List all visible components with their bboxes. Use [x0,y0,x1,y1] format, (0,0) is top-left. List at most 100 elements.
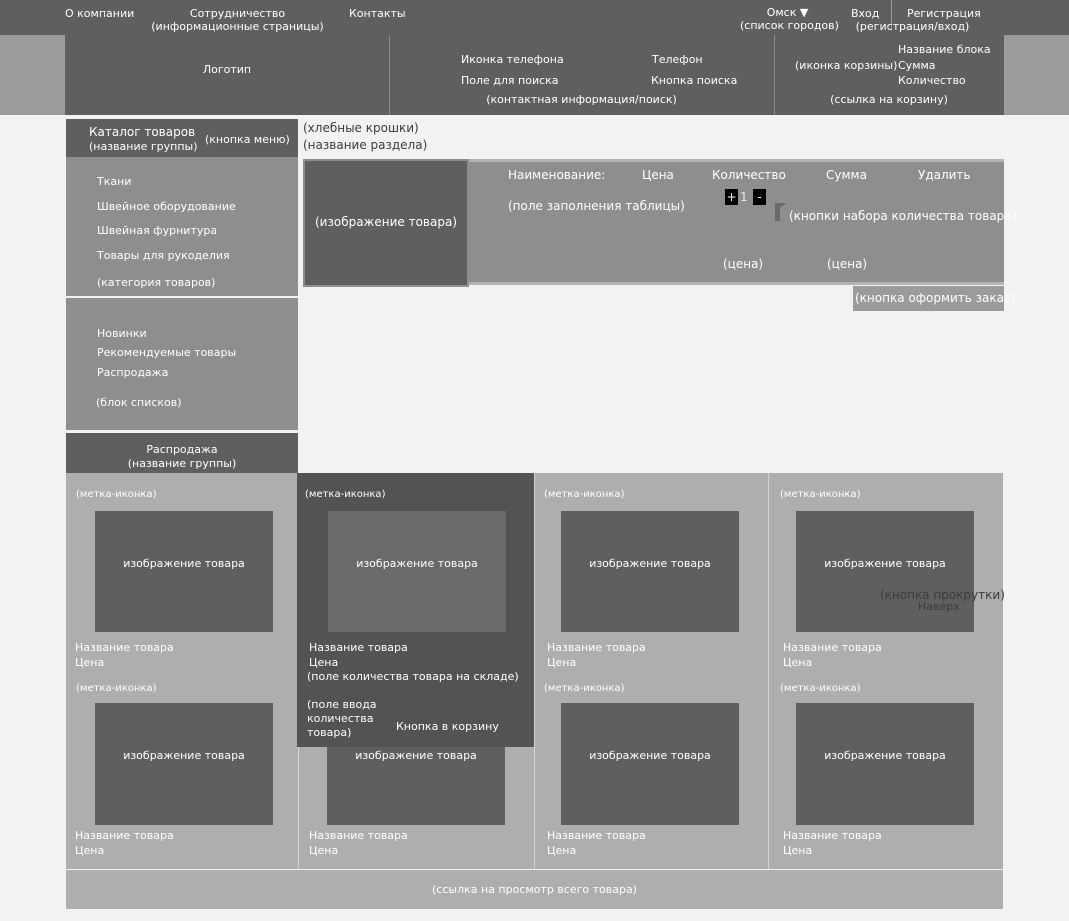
product-image[interactable] [561,511,739,632]
catalog-group-note: (название группы) [89,140,198,153]
product-image[interactable] [95,511,273,632]
cart-block-name: Название блока [898,43,991,56]
product-image-label: изображение товара [123,749,245,762]
col-sum: Сумма [826,168,867,182]
product-image[interactable] [561,703,739,825]
product-price: Цена [547,844,577,857]
col-quantity: Количество [712,168,786,182]
qty-input[interactable]: (поле ввода количества товара) [307,698,387,740]
product-price: Цена [75,844,105,857]
cart-sum: Сумма [898,59,936,72]
category-item[interactable]: Швейная фурнитура [97,224,217,237]
product-price: Цена [783,656,813,669]
list-block [66,298,298,430]
stock-quantity: (поле количества товара на складе) [307,670,519,683]
menu-button[interactable]: (кнопка меню) [205,133,290,146]
product-image[interactable] [796,703,974,825]
cart-table-border [469,282,1004,285]
product-name[interactable]: Название товара [547,829,646,842]
catalog-title: Каталог товаров [89,125,196,139]
cart-icon[interactable]: (иконка корзины) [795,59,897,72]
search-input[interactable]: Поле для поиска [461,74,559,87]
badge-icon: (метка-иконка) [780,683,861,694]
checkout-label: (кнопка оформить заказ) [855,291,1016,305]
cart-image-label: (изображение товара) [314,215,458,229]
product-name[interactable]: Название товара [75,641,174,654]
grid-divider [534,473,535,869]
badge-icon: (метка-иконка) [544,683,625,694]
category-item[interactable]: Товары для рукоделия [97,249,230,262]
product-image-label: изображение товара [824,557,946,570]
list-item-sale[interactable]: Распродажа [97,366,168,379]
view-all-link[interactable]: (ссылка на просмотр всего товара) [66,883,1003,896]
cart-sum-value: (цена) [827,257,868,271]
auth-note: (регистрация/вход) [855,20,970,33]
product-price: Цена [309,656,339,669]
pointer-icon-stem [775,203,780,221]
cart-quantity: Количество [898,74,966,87]
product-image-label: изображение товара [824,749,946,762]
badge-icon: (метка-иконка) [305,489,386,500]
product-price: Цена [783,844,813,857]
col-delete[interactable]: Удалить [918,168,971,182]
badge-icon: (метка-иконка) [76,489,157,500]
product-image-label: изображение товара [589,749,711,762]
product-image-label: изображение товара [589,557,711,570]
product-price: Цена [75,656,105,669]
product-name[interactable]: Название товара [547,641,646,654]
cooperation-note: (информационные страницы) [151,20,324,33]
cart-price: (цена) [723,257,764,271]
phone-number: Телефон [652,53,703,66]
product-price: Цена [547,656,577,669]
category-item[interactable]: Ткани [97,175,131,188]
contacts-link[interactable]: Контакты [349,7,406,20]
sale-title-text: Распродажа [146,443,218,456]
about-link[interactable]: О компании [65,7,134,20]
category-item[interactable]: Швейное оборудование [97,200,236,213]
product-name[interactable]: Название товара [783,829,882,842]
product-name[interactable]: Название товара [783,641,882,654]
col-name: Наименование: [508,168,606,182]
product-name[interactable]: Название товара [309,829,408,842]
cooperation-label: Сотрудничество [189,7,286,20]
city-note: (список городов) [740,19,839,32]
list-block-note: (блок списков) [96,396,182,409]
list-item-new[interactable]: Новинки [97,327,147,340]
badge-icon: (метка-иконка) [544,489,625,500]
grid-divider [768,473,769,869]
city-selector[interactable]: Омск ▼ (список городов) [740,6,839,32]
logo[interactable]: Логотип [65,63,389,76]
add-to-cart-button[interactable]: Кнопка в корзину [396,720,499,733]
product-image[interactable] [328,511,506,632]
cart-table-border [469,159,1004,162]
phone-icon: Иконка телефона [461,53,564,66]
scroll-top-label[interactable]: Наверх [918,600,960,613]
product-image-label: изображение товара [355,749,477,762]
product-image[interactable] [95,703,273,825]
qty-value[interactable]: 1 [740,190,748,204]
register-link[interactable]: Регистрация [907,7,981,20]
product-image-label: изображение товара [123,557,245,570]
qty-minus-button[interactable]: - [753,189,766,205]
sale-title: Распродажа (название группы) [66,443,298,471]
product-price: Цена [309,844,339,857]
category-note: (категория товаров) [97,276,216,289]
cooperation-link[interactable]: Сотрудничество (информационные страницы) [150,7,325,33]
product-name[interactable]: Название товара [75,829,174,842]
product-image-label: изображение товара [356,557,478,570]
badge-icon: (метка-иконка) [780,489,861,500]
qty-buttons-note: (кнопки набора количества товара) [789,209,1017,223]
search-button[interactable]: Кнопка поиска [651,74,737,87]
contact-note: (контактная информация/поиск) [486,93,677,106]
product-image[interactable] [796,511,974,632]
list-item-recommended[interactable]: Рекомендуемые товары [97,346,236,359]
cart-link[interactable]: (ссылка на корзину) [774,93,1004,106]
breadcrumb[interactable]: (хлебные крошки) [303,121,419,135]
product-name[interactable]: Название товара [309,641,408,654]
table-fill-note: (поле заполнения таблицы) [508,199,685,213]
city-label: Омск ▼ [766,6,809,19]
col-price: Цена [642,168,674,182]
section-title: (название раздела) [303,138,428,152]
qty-plus-button[interactable]: + [725,189,738,205]
login-link[interactable]: Вход [851,7,879,20]
